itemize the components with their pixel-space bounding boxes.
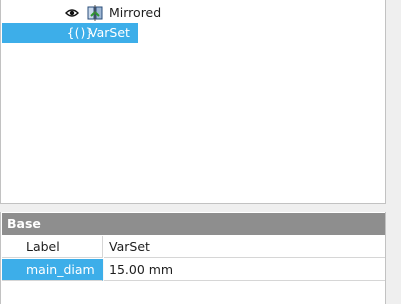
- property-value[interactable]: VarSet: [104, 236, 385, 258]
- model-tree: Mirrored {()} VarSet: [0, 0, 386, 204]
- tree-item-mirrored[interactable]: Mirrored: [65, 3, 215, 23]
- mirrored-feature-icon: [87, 5, 103, 21]
- property-name: main_diam: [2, 259, 103, 281]
- vertical-scrollbar[interactable]: [387, 0, 401, 304]
- tree-item-label: VarSet: [89, 25, 130, 40]
- property-editor: Base Label VarSet main_diam 15.00 mm: [0, 212, 386, 304]
- property-row[interactable]: Label VarSet: [2, 236, 385, 258]
- tree-item-varset[interactable]: {()} VarSet: [2, 23, 138, 43]
- property-group-header[interactable]: Base: [2, 213, 385, 235]
- property-name: Label: [2, 236, 103, 258]
- splitter-handle[interactable]: [185, 206, 203, 218]
- property-row[interactable]: main_diam 15.00 mm: [2, 259, 385, 281]
- eye-icon[interactable]: [65, 8, 79, 18]
- tree-item-label: Mirrored: [109, 5, 162, 20]
- property-value[interactable]: 15.00 mm: [104, 259, 385, 281]
